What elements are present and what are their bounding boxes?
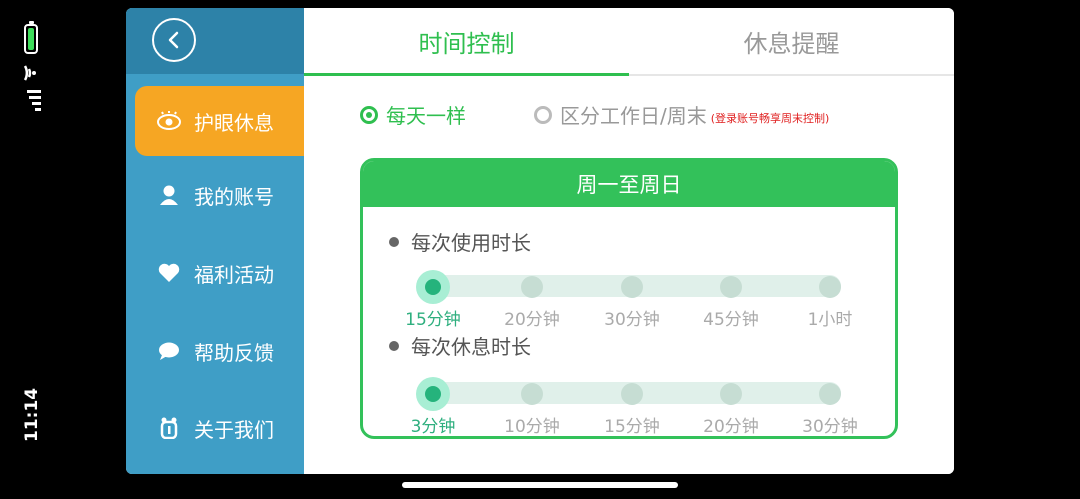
slider-stop[interactable] <box>521 276 543 298</box>
sidebar: 护眼休息 我的账号 福利活动 帮助反馈 关于我们 <box>126 8 304 474</box>
rest-duration-text: 每次休息时长 <box>411 335 531 359</box>
usage-duration-text: 每次使用时长 <box>411 231 531 255</box>
slider-stop-label[interactable]: 15分钟 <box>604 412 660 436</box>
main-panel: 时间控制 休息提醒 每天一样 区分工作日/周末 (登录账号畅享周末控制) 周一至… <box>304 8 954 474</box>
sidebar-item-eye-rest[interactable]: 护眼休息 <box>135 86 304 156</box>
battery-icon <box>24 21 38 54</box>
home-indicator <box>402 482 678 488</box>
slider-thumb[interactable] <box>416 377 450 411</box>
slider-stop-label[interactable]: 1小时 <box>808 305 853 330</box>
slider-stop-label[interactable]: 10分钟 <box>504 412 560 436</box>
schedule-card: 周一至周日 每次使用时长 15分钟 20分钟 30分钟 45分钟 1小时 每次休息时长 … <box>360 158 898 439</box>
slider-stop[interactable] <box>521 383 543 405</box>
heart-icon <box>154 258 184 288</box>
slider-stop-label[interactable]: 20分钟 <box>504 305 560 330</box>
radio-label: 区分工作日/周末 <box>560 104 707 128</box>
sidebar-item-about[interactable]: 关于我们 <box>126 393 304 463</box>
chat-icon <box>154 336 184 366</box>
slider-stop-label[interactable]: 20分钟 <box>703 412 759 436</box>
radio-label: 每天一样 <box>386 104 466 128</box>
sidebar-header <box>126 8 304 74</box>
bullet-icon <box>389 340 399 351</box>
wifi-icon <box>23 65 36 81</box>
usage-duration-label: 每次使用时长 <box>389 227 531 256</box>
radio-checked-icon <box>360 105 378 124</box>
user-icon <box>154 180 184 210</box>
slider-stop[interactable] <box>720 383 742 405</box>
slider-stop-label[interactable]: 3分钟 <box>411 412 456 436</box>
back-button[interactable] <box>152 18 196 62</box>
back-arrow-icon <box>168 31 179 49</box>
bullet-icon <box>389 236 399 247</box>
rest-duration-label: 每次休息时长 <box>389 331 531 360</box>
card-title: 周一至周日 <box>363 161 895 207</box>
radio-unchecked-icon <box>534 105 552 124</box>
eye-icon <box>154 106 184 136</box>
signal-icon <box>27 90 41 111</box>
app-window: 护眼休息 我的账号 福利活动 帮助反馈 关于我们 时间控制 休息提醒 每天一样 … <box>126 8 954 474</box>
slider-stop[interactable] <box>621 276 643 298</box>
slider-stop[interactable] <box>621 383 643 405</box>
sidebar-item-account[interactable]: 我的账号 <box>126 160 304 230</box>
slider-stop[interactable] <box>819 276 841 298</box>
radio-workday-weekend[interactable]: 区分工作日/周末 (登录账号畅享周末控制) <box>534 100 829 129</box>
slider-stop[interactable] <box>720 276 742 298</box>
info-icon <box>154 413 184 443</box>
status-time: 11:14 <box>22 387 42 442</box>
slider-thumb[interactable] <box>416 270 450 304</box>
login-hint: (登录账号畅享周末控制) <box>710 111 830 125</box>
tab-bar: 时间控制 休息提醒 <box>304 8 954 76</box>
slider-stop-label[interactable]: 30分钟 <box>802 412 858 436</box>
slider-stop-label[interactable]: 15分钟 <box>405 305 461 330</box>
sidebar-item-label: 护眼休息 <box>194 110 274 135</box>
sidebar-item-label: 关于我们 <box>194 417 274 442</box>
sidebar-item-label: 帮助反馈 <box>194 340 274 365</box>
sidebar-item-label: 福利活动 <box>194 262 274 287</box>
radio-same-every-day[interactable]: 每天一样 <box>360 100 466 129</box>
sidebar-item-label: 我的账号 <box>194 184 274 209</box>
tab-rest-reminder[interactable]: 休息提醒 <box>629 8 954 74</box>
tab-time-control[interactable]: 时间控制 <box>304 8 629 74</box>
status-bar: 11:14 <box>0 0 64 499</box>
slider-stop-label[interactable]: 30分钟 <box>604 305 660 330</box>
usage-duration-slider[interactable]: 15分钟 20分钟 30分钟 45分钟 1小时 <box>401 261 852 335</box>
slider-stop[interactable] <box>819 383 841 405</box>
rest-duration-slider[interactable]: 3分钟 10分钟 15分钟 20分钟 30分钟 <box>401 368 858 436</box>
active-tab-indicator <box>304 73 629 76</box>
slider-stop-label[interactable]: 45分钟 <box>703 305 759 330</box>
sidebar-item-benefits[interactable]: 福利活动 <box>126 238 304 308</box>
tab-divider <box>629 74 954 76</box>
sidebar-item-feedback[interactable]: 帮助反馈 <box>126 316 304 386</box>
